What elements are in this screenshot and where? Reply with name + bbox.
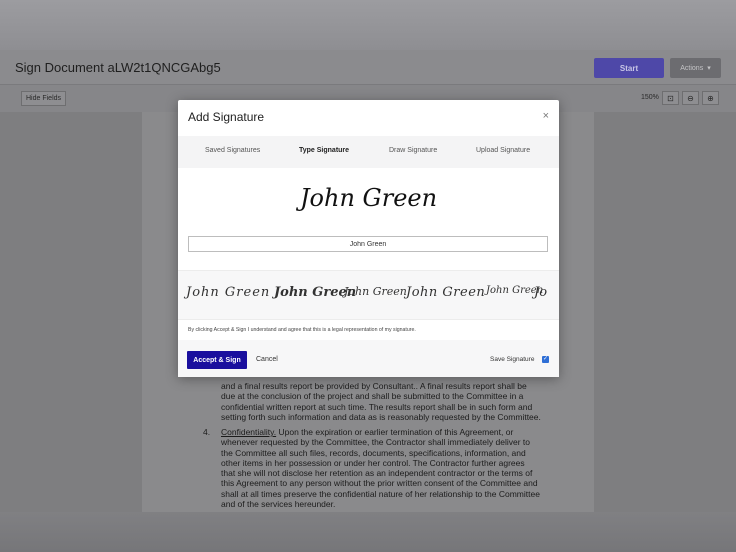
document-title: Sign Document aLW2t1QNCGAbg5 (15, 60, 221, 75)
signature-style-option[interactable]: John Green (406, 285, 485, 300)
zoom-in-icon[interactable]: ⊕ (702, 91, 719, 105)
document-paragraph-confidentiality: Confidentiality. Upon the expiration or … (221, 427, 540, 510)
item-number: 4. (203, 427, 211, 437)
confidentiality-heading: Confidentiality. (221, 427, 277, 437)
actions-button[interactable]: Actions ▾ (670, 58, 721, 78)
signature-style-option[interactable]: Jo (534, 285, 547, 300)
tab-type-signature[interactable]: Type Signature (299, 147, 349, 154)
top-bar (0, 0, 736, 50)
tab-draw-signature[interactable]: Draw Signature (389, 147, 437, 154)
tab-saved-signatures[interactable]: Saved Signatures (205, 147, 260, 154)
bottom-area (0, 512, 736, 552)
signature-tabs: Saved Signatures Type Signature Draw Sig… (178, 136, 559, 168)
actions-label: Actions (680, 64, 704, 72)
accept-sign-button[interactable]: Accept & Sign (187, 351, 247, 369)
cancel-button[interactable]: Cancel (256, 356, 278, 363)
hide-fields-button[interactable]: Hide Fields (21, 91, 67, 106)
zoom-out-icon[interactable]: ⊖ (682, 91, 699, 105)
tab-upload-signature[interactable]: Upload Signature (476, 147, 530, 154)
save-signature-checkbox[interactable]: ✓ (542, 356, 549, 363)
save-signature-label: Save Signature (490, 356, 535, 363)
signature-style-option[interactable]: John Green (344, 285, 407, 298)
close-icon[interactable]: × (543, 110, 549, 122)
signature-style-options: John Green John Green John Green John Gr… (178, 270, 559, 320)
modal-title: Add Signature (188, 110, 265, 124)
start-button[interactable]: Start (594, 58, 664, 78)
signature-style-option[interactable]: John Green (186, 285, 270, 300)
signature-preview: John Green (299, 184, 438, 212)
add-signature-modal: Add Signature × Saved Signatures Type Si… (178, 100, 559, 377)
signature-name-input[interactable] (188, 236, 548, 252)
legal-notice: By clicking Accept & Sign I understand a… (188, 327, 416, 333)
fit-page-icon[interactable]: ⊡ (662, 91, 679, 105)
zoom-level: 150% (641, 94, 659, 101)
document-paragraph-results: and a final results report be provided b… (221, 381, 541, 422)
chevron-down-icon: ▾ (707, 65, 711, 72)
